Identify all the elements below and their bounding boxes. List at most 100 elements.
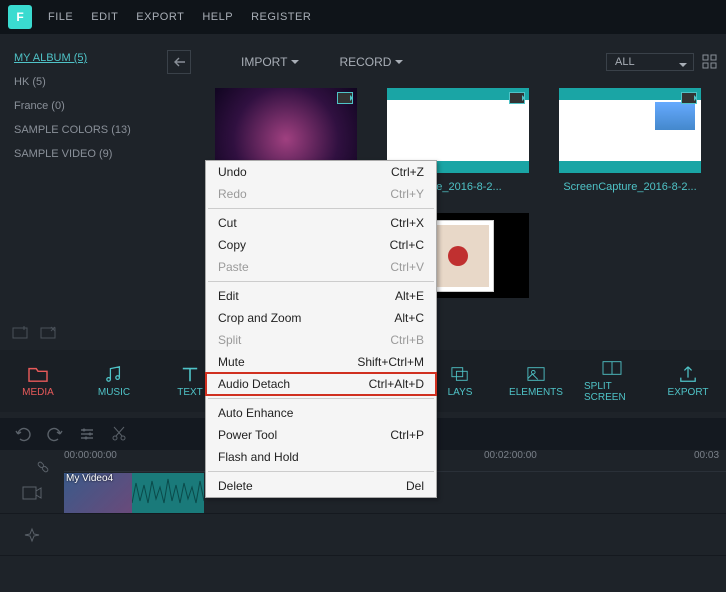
track-effect (0, 514, 726, 556)
video-icon (22, 485, 42, 501)
tab-elements[interactable]: ELEMENTS (508, 365, 564, 398)
text-icon (179, 365, 201, 383)
music-icon (103, 365, 125, 383)
import-label: IMPORT (241, 55, 287, 69)
context-menu-item-label: Redo (218, 187, 247, 201)
context-menu-item-shortcut: Alt+E (395, 289, 424, 303)
context-menu-item[interactable]: Audio DetachCtrl+Alt+D (206, 373, 436, 395)
tab-label: MEDIA (22, 387, 54, 398)
menu-edit[interactable]: EDIT (91, 11, 118, 23)
video-icon (509, 92, 525, 104)
delete-folder-icon[interactable] (40, 323, 60, 343)
chevron-down-icon (395, 60, 403, 68)
context-menu-item-shortcut: Shift+Ctrl+M (357, 355, 424, 369)
elements-icon (525, 365, 547, 383)
tab-overlays[interactable]: LAYS (432, 365, 488, 398)
tab-label: SPLIT SCREEN (584, 381, 640, 403)
clip-label: My Video4 (66, 473, 113, 484)
thumb-label: ScreenCapture_2016-8-2... (559, 181, 701, 193)
context-menu-item[interactable]: Edit Alt+E (206, 285, 436, 307)
thumb-image (559, 88, 701, 173)
context-menu-item[interactable]: Auto Enhance (206, 402, 436, 424)
chevron-down-icon (291, 60, 299, 68)
context-menu-item: Redo Ctrl+Y (206, 183, 436, 205)
context-menu-item-label: Paste (218, 260, 249, 274)
context-menu-item-shortcut: Ctrl+Y (390, 187, 424, 201)
context-menu-item-shortcut: Alt+C (394, 311, 424, 325)
context-menu-item-label: Copy (218, 238, 246, 252)
video-icon (681, 92, 697, 104)
ruler-tick: 00:03 (694, 450, 719, 461)
context-menu-item-shortcut: Ctrl+Z (391, 165, 424, 179)
sidebar: MY ALBUM (5) HK (5) France (0) SAMPLE CO… (0, 34, 195, 350)
sidebar-item-my-album[interactable]: MY ALBUM (5) (14, 52, 181, 64)
context-menu-item-shortcut: Ctrl+C (390, 238, 424, 252)
context-menu-item-label: Undo (218, 165, 247, 179)
add-folder-icon[interactable] (12, 323, 32, 343)
sidebar-item-hk[interactable]: HK (5) (14, 76, 181, 88)
context-menu-item[interactable]: CutCtrl+X (206, 212, 436, 234)
context-menu-item-label: Edit (218, 289, 239, 303)
video-icon (337, 92, 353, 104)
context-menu-item-label: Cut (218, 216, 237, 230)
context-menu-item[interactable]: MuteShift+Ctrl+M (206, 351, 436, 373)
import-button[interactable]: IMPORT (241, 55, 299, 69)
context-menu-item[interactable]: DeleteDel (206, 475, 436, 497)
tab-split-screen[interactable]: SPLIT SCREEN (584, 359, 640, 403)
tab-label: ELEMENTS (509, 387, 563, 398)
timeline-clip[interactable]: My Video4 (64, 473, 204, 513)
tab-media[interactable]: MEDIA (10, 365, 66, 398)
context-menu-item-label: Split (218, 333, 241, 347)
filter-value: ALL (615, 56, 635, 68)
context-menu-item-shortcut: Ctrl+B (390, 333, 424, 347)
back-button[interactable] (167, 50, 191, 74)
context-menu-item[interactable]: Power ToolCtrl+P (206, 424, 436, 446)
sidebar-item-sample-video[interactable]: SAMPLE VIDEO (9) (14, 148, 181, 160)
context-menu-item: Split Ctrl+B (206, 329, 436, 351)
track-extra (0, 556, 726, 592)
context-menu-item-label: Crop and Zoom (218, 311, 301, 325)
context-menu-separator (208, 208, 434, 209)
undo-icon[interactable] (14, 425, 32, 443)
context-menu: Undo Ctrl+Z Redo Ctrl+Y CutCtrl+X Copy Ctrl+C P… (205, 160, 437, 498)
tab-label: LAYS (448, 387, 473, 398)
settings-icon[interactable] (78, 425, 96, 443)
ruler-tick: 00:02:00:00 (484, 450, 537, 461)
top-menu: FILE EDIT EXPORT HELP REGISTER (48, 11, 311, 23)
record-button[interactable]: RECORD (339, 55, 403, 69)
filter-dropdown[interactable]: ALL (606, 53, 694, 71)
redo-icon[interactable] (46, 425, 64, 443)
split-icon (601, 359, 623, 377)
context-menu-item[interactable]: Crop and Zoom Alt+C (206, 307, 436, 329)
menu-help[interactable]: HELP (202, 11, 233, 23)
folder-icon (27, 365, 49, 383)
track-head-video[interactable] (0, 485, 64, 501)
clip-waveform (132, 473, 204, 513)
sparkle-icon (22, 527, 42, 543)
menu-register[interactable]: REGISTER (251, 11, 311, 23)
context-menu-item-shortcut: Ctrl+V (390, 260, 424, 274)
menu-export[interactable]: EXPORT (136, 11, 184, 23)
context-menu-separator (208, 398, 434, 399)
overlays-icon (449, 365, 471, 383)
sidebar-item-sample-colors[interactable]: SAMPLE COLORS (13) (14, 124, 181, 136)
tab-label: MUSIC (98, 387, 130, 398)
record-label: RECORD (339, 55, 391, 69)
view-grid-icon[interactable] (702, 54, 718, 70)
topbar: F FILE EDIT EXPORT HELP REGISTER (0, 0, 726, 34)
media-thumb[interactable]: ScreenCapture_2016-8-2... (559, 88, 701, 193)
sidebar-item-france[interactable]: France (0) (14, 100, 181, 112)
tab-export[interactable]: EXPORT (660, 365, 716, 398)
chevron-down-icon (679, 63, 687, 71)
context-menu-item[interactable]: Undo Ctrl+Z (206, 161, 436, 183)
app-logo: F (8, 5, 32, 29)
export-icon (677, 365, 699, 383)
track-head-effect[interactable] (0, 527, 64, 543)
context-menu-item[interactable]: Copy Ctrl+C (206, 234, 436, 256)
cut-icon[interactable] (110, 425, 128, 443)
context-menu-item-label: Audio Detach (218, 377, 290, 391)
tab-music[interactable]: MUSIC (86, 365, 142, 398)
context-menu-item-shortcut: Del (406, 479, 424, 493)
context-menu-item[interactable]: Flash and Hold (206, 446, 436, 468)
menu-file[interactable]: FILE (48, 11, 73, 23)
